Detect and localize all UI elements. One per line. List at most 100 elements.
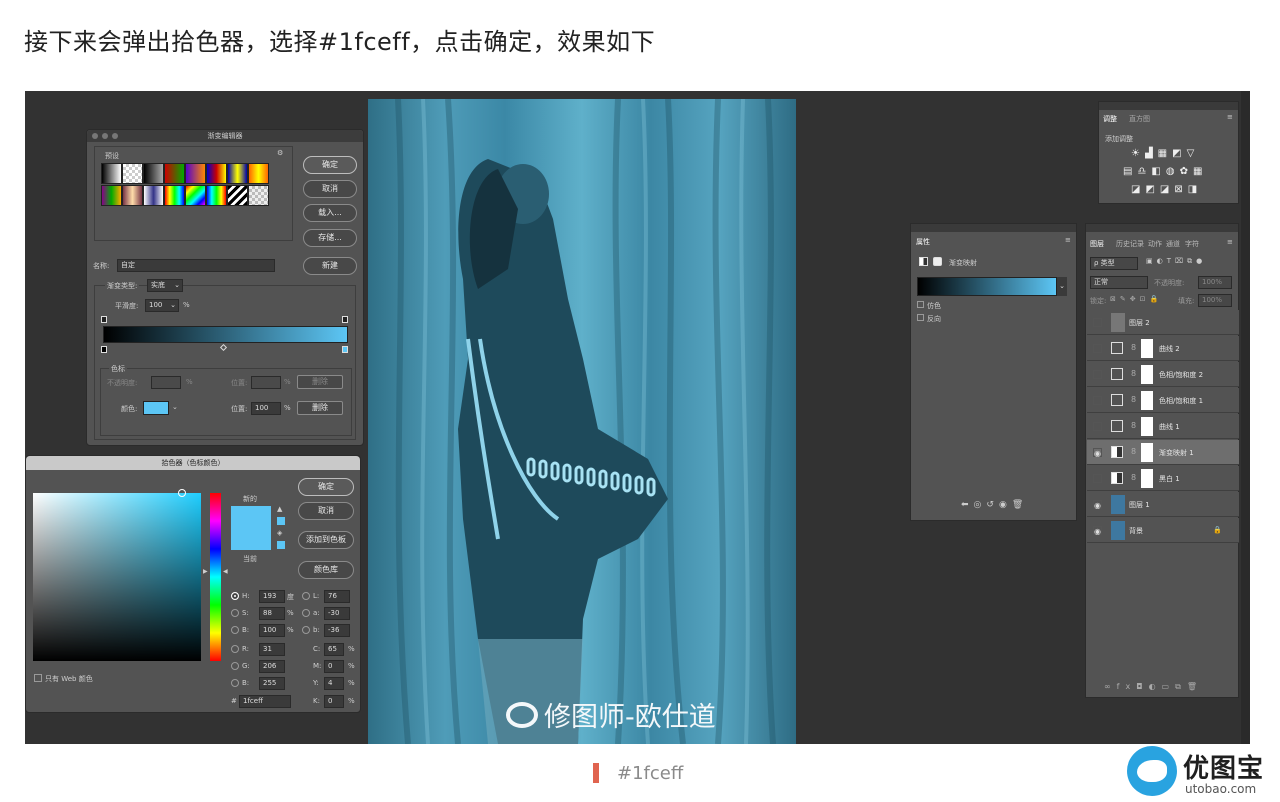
layer-mask-thumbnail[interactable]: [1141, 469, 1153, 488]
gradient-icon[interactable]: ▽: [1187, 148, 1200, 159]
delete-layer-icon[interactable]: 🗑: [1187, 682, 1203, 691]
visibility-toggle[interactable]: [1093, 370, 1102, 379]
layer-mask-thumbnail[interactable]: [1141, 365, 1153, 384]
web-only-checkbox[interactable]: [34, 674, 42, 682]
hue-slider-right-arrow[interactable]: ◀: [223, 568, 228, 575]
radio-a[interactable]: [302, 609, 310, 617]
hue-slider-left-arrow[interactable]: ▶: [203, 568, 208, 575]
preset-violet-orange[interactable]: [185, 163, 206, 184]
color-field-cursor[interactable]: [178, 489, 186, 497]
tab-character[interactable]: 字符: [1185, 239, 1199, 249]
visibility-toggle[interactable]: [1093, 318, 1102, 327]
visibility-toggle[interactable]: [1093, 422, 1102, 431]
clip-to-layer-icon[interactable]: ⬅: [961, 500, 974, 510]
adjustments-panel-grip[interactable]: [1099, 102, 1238, 110]
reset-icon[interactable]: ↺: [986, 500, 999, 510]
selective-color-icon[interactable]: ⊠: [1174, 184, 1187, 195]
view-previous-icon[interactable]: ◎: [974, 500, 987, 510]
s-field[interactable]: 88: [259, 607, 285, 620]
posterize-icon[interactable]: ◩: [1145, 184, 1159, 195]
preset-black-white[interactable]: [101, 163, 122, 184]
preset-stripes[interactable]: [227, 185, 248, 206]
picker-ok-button[interactable]: 确定: [298, 478, 354, 496]
k-field[interactable]: 0: [324, 695, 344, 708]
layer-mask-thumbnail[interactable]: [1141, 339, 1153, 358]
visibility-toggle[interactable]: [1093, 396, 1102, 405]
radio-g[interactable]: [231, 662, 239, 670]
levels-icon[interactable]: ▟: [1145, 148, 1158, 159]
gradient-bar[interactable]: [103, 326, 348, 343]
tab-history[interactable]: 历史记录: [1116, 239, 1144, 249]
filter-smart-icon[interactable]: ⧉: [1187, 257, 1196, 265]
balance-icon[interactable]: ♎: [1137, 166, 1151, 177]
gradient-new-button[interactable]: 新建: [303, 257, 357, 275]
h-field[interactable]: 193: [259, 590, 285, 603]
lock-all-icon[interactable]: 🔒: [1150, 295, 1163, 303]
preset-blue-yellow-blue[interactable]: [227, 163, 248, 184]
radio-lab-b[interactable]: [302, 626, 310, 634]
web-safe-swatch[interactable]: [277, 541, 285, 549]
smoothness-field[interactable]: 100 ⌄: [145, 299, 179, 312]
preset-blue-red-yellow[interactable]: [206, 163, 227, 184]
preset-transparent-black[interactable]: [122, 163, 143, 184]
preset-chrome[interactable]: [143, 185, 164, 206]
visibility-eye-icon[interactable]: ◉: [1093, 526, 1102, 536]
stop-location-field[interactable]: [251, 376, 281, 389]
filter-pixel-icon[interactable]: ▣: [1146, 257, 1157, 265]
c-field[interactable]: 65: [324, 643, 344, 656]
gamut-swatch[interactable]: [277, 517, 285, 525]
fill-field[interactable]: 100%: [1198, 294, 1232, 307]
layer-row[interactable]: 图层 2: [1087, 310, 1239, 335]
window-max-dot[interactable]: [112, 133, 118, 139]
chain-link-icon[interactable]: 8: [1131, 343, 1136, 352]
lock-transparent-icon[interactable]: ⊠: [1110, 295, 1120, 303]
tab-layers[interactable]: 图层: [1090, 239, 1104, 249]
layer-opacity-field[interactable]: 100%: [1198, 276, 1232, 289]
stop-delete-button-disabled[interactable]: 删除: [297, 375, 343, 389]
gradient-dropdown-button[interactable]: ⌄: [1057, 277, 1067, 296]
chain-link-icon[interactable]: 8: [1131, 395, 1136, 404]
layer-row-selected[interactable]: ◉ 8 渐变映射 1: [1087, 440, 1239, 465]
stop-opacity-field[interactable]: [151, 376, 181, 389]
new-group-icon[interactable]: ▭: [1162, 682, 1176, 691]
filter-type-icon[interactable]: T: [1167, 257, 1175, 265]
lock-paint-icon[interactable]: ✎: [1120, 295, 1130, 303]
preset-red-green[interactable]: [164, 163, 185, 184]
hex-field[interactable]: 1fceff: [239, 695, 291, 708]
gradient-cancel-button[interactable]: 取消: [303, 180, 357, 198]
hue-icon[interactable]: ▤: [1123, 166, 1137, 177]
layer-row[interactable]: 8 色相/饱和度 1: [1087, 388, 1239, 413]
brightness-icon[interactable]: ☀: [1131, 148, 1145, 159]
reverse-checkbox[interactable]: [917, 314, 924, 321]
visibility-toggle[interactable]: [1093, 344, 1102, 353]
chain-link-icon[interactable]: 8: [1131, 447, 1136, 456]
gradient-midpoint[interactable]: [219, 343, 228, 352]
add-to-swatches-button[interactable]: 添加到色板: [298, 531, 354, 549]
visibility-eye-icon[interactable]: ◉: [1093, 500, 1102, 510]
hue-slider[interactable]: [210, 493, 221, 661]
preset-spectrum-2[interactable]: [185, 185, 206, 206]
layer-row[interactable]: 8 曲线 2: [1087, 336, 1239, 361]
y-field[interactable]: 4: [324, 677, 344, 690]
curves-icon[interactable]: ▦: [1158, 148, 1172, 159]
stop-delete-button[interactable]: 删除: [297, 401, 343, 415]
gamut-warning-icon[interactable]: ▲: [277, 505, 282, 513]
g-field[interactable]: 206: [259, 660, 285, 673]
b-field[interactable]: 100: [259, 624, 285, 637]
bw-icon[interactable]: ◧: [1151, 166, 1165, 177]
layer-mask-icon[interactable]: [933, 257, 942, 266]
radio-r[interactable]: [231, 645, 239, 653]
presets-gear-icon[interactable]: ⚙: [277, 149, 283, 157]
properties-panel-grip[interactable]: [911, 224, 1076, 232]
preset-black-transparent[interactable]: [143, 163, 164, 184]
visibility-eye-icon[interactable]: ◉: [999, 500, 1012, 510]
picker-cancel-button[interactable]: 取消: [298, 502, 354, 520]
adjustments-tab[interactable]: 调整: [1103, 114, 1117, 124]
workspace-scrollbar[interactable]: [1241, 91, 1250, 744]
current-color-preview[interactable]: [231, 528, 271, 550]
photo-filter-icon[interactable]: ◍: [1166, 166, 1180, 177]
opacity-stop-left[interactable]: [101, 316, 107, 323]
preset-spectrum-1[interactable]: [164, 185, 185, 206]
gradient-ok-button[interactable]: 确定: [303, 156, 357, 174]
r-field[interactable]: 31: [259, 643, 285, 656]
